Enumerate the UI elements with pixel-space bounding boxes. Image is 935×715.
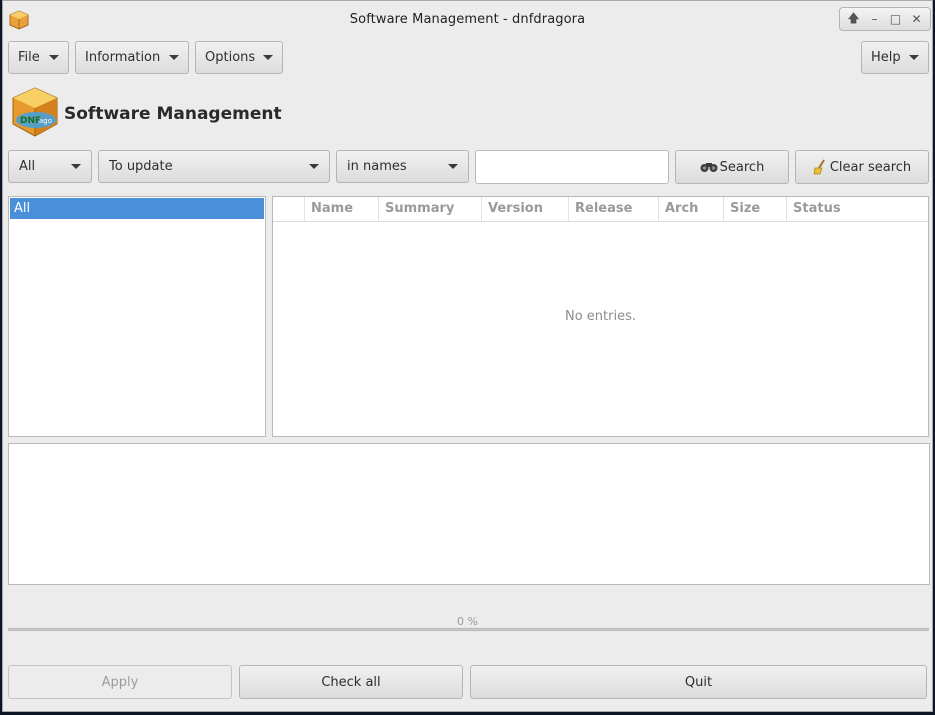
chevron-down-icon <box>263 55 273 60</box>
column-header-summary[interactable]: Summary <box>378 197 481 221</box>
check-all-button-label: Check all <box>321 674 381 690</box>
window-title: Software Management - dnfdragora <box>349 12 586 27</box>
quit-button[interactable]: Quit <box>470 665 927 699</box>
empty-message: No entries. <box>564 309 636 324</box>
information-menu-button[interactable]: Information <box>75 41 189 74</box>
chevron-down-icon <box>309 164 319 169</box>
column-header-status[interactable]: Status <box>786 197 928 221</box>
column-header-version[interactable]: Version <box>481 197 568 221</box>
search-scope-combo[interactable]: in names <box>336 150 469 183</box>
binoculars-icon <box>700 163 718 172</box>
column-header-name[interactable]: Name <box>304 197 378 221</box>
information-menu-label: Information <box>85 50 161 65</box>
chevron-down-icon <box>909 55 919 60</box>
group-filter-combo[interactable]: All <box>8 150 92 183</box>
apply-button[interactable]: Apply <box>8 665 232 699</box>
clear-search-label: Clear search <box>829 159 912 175</box>
progress-label: 0 % <box>457 615 478 628</box>
svg-text:DNF: DNF <box>20 116 41 126</box>
chevron-down-icon <box>448 164 458 169</box>
group-filter-value: All <box>19 159 36 174</box>
options-menu-label: Options <box>205 50 256 65</box>
help-menu-button[interactable]: Help <box>861 41 929 74</box>
chevron-down-icon <box>169 55 179 60</box>
title-bar: Software Management - dnfdragora 🡅 – □ ✕ <box>3 1 932 37</box>
svg-text:ago: ago <box>39 117 52 125</box>
column-header-size[interactable]: Size <box>723 197 786 221</box>
clear-search-button[interactable]: Clear search <box>795 150 929 184</box>
options-menu-button[interactable]: Options <box>195 41 283 74</box>
chevron-down-icon <box>71 164 81 169</box>
search-input[interactable] <box>475 150 669 184</box>
search-button-label: Search <box>719 159 765 175</box>
chevron-down-icon <box>49 55 59 60</box>
progress-bar <box>8 628 929 631</box>
search-button[interactable]: Search <box>675 150 789 184</box>
shade-icon[interactable]: 🡅 <box>845 10 863 28</box>
package-info-pane <box>8 443 930 585</box>
apply-button-label: Apply <box>101 674 139 690</box>
status-filter-combo[interactable]: To update <box>98 150 330 183</box>
group-item-all[interactable]: All <box>10 198 264 219</box>
search-scope-value: in names <box>347 159 407 174</box>
quit-button-label: Quit <box>684 674 713 690</box>
table-header: Name Summary Version Release Arch Size S… <box>273 197 928 222</box>
check-all-button[interactable]: Check all <box>239 665 463 699</box>
page-title: Software Management <box>64 104 282 124</box>
column-header-release[interactable]: Release <box>568 197 658 221</box>
package-table: Name Summary Version Release Arch Size S… <box>272 196 929 437</box>
broom-icon <box>813 159 825 175</box>
dnfdragora-logo-icon: DNF ago <box>12 87 58 137</box>
help-menu-label: Help <box>871 50 901 65</box>
main-window: Software Management - dnfdragora 🡅 – □ ✕… <box>2 0 933 712</box>
window-controls: 🡅 – □ ✕ <box>839 7 931 31</box>
close-icon[interactable]: ✕ <box>908 10 926 28</box>
column-header-checkbox[interactable] <box>273 197 304 221</box>
minimize-icon[interactable]: – <box>866 10 884 28</box>
file-menu-button[interactable]: File <box>8 41 69 74</box>
file-menu-label: File <box>18 50 40 65</box>
column-header-arch[interactable]: Arch <box>658 197 723 221</box>
status-filter-value: To update <box>109 159 173 174</box>
maximize-icon[interactable]: □ <box>887 10 905 28</box>
group-list: All <box>8 196 266 437</box>
